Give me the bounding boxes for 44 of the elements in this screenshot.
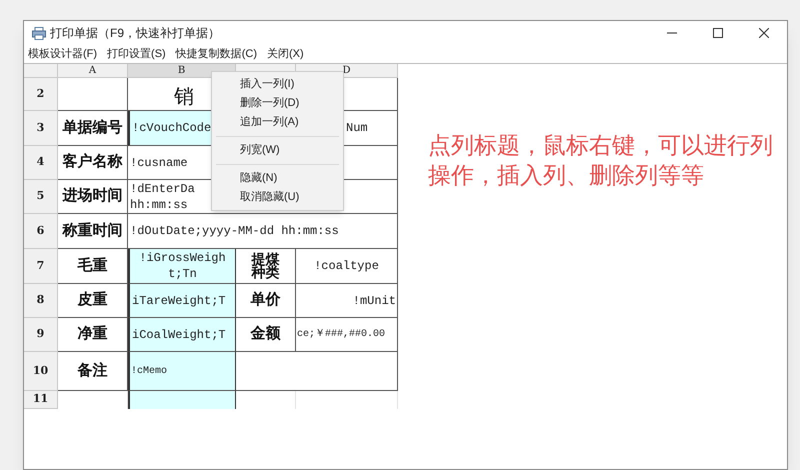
- cell-label: 客户名称: [58, 146, 128, 180]
- cell-value: ce;￥###,##0.00: [296, 318, 398, 352]
- menu-item[interactable]: 模板设计器(F): [28, 46, 98, 62]
- cell-value: !iGrossWeigh t;Tn: [128, 249, 236, 284]
- window-title: 打印单据（F9，快速补打单据）: [50, 25, 220, 42]
- annotation-text: 点列标题，鼠标右键，可以进行列操作，插入列、删除列等等: [428, 131, 774, 190]
- minimize-icon: [667, 32, 677, 34]
- printer-icon: [32, 26, 46, 40]
- row-header[interactable]: 8: [24, 284, 58, 318]
- maximize-icon: [713, 28, 723, 38]
- row-header[interactable]: 11: [24, 391, 58, 409]
- cell-value: !mUnit: [296, 284, 398, 318]
- cell-label: 皮重: [58, 284, 128, 318]
- menu-item[interactable]: 关闭(X): [267, 46, 304, 62]
- cell-label: 备注: [58, 352, 128, 391]
- row-header[interactable]: 2: [24, 78, 58, 111]
- row-header[interactable]: 7: [24, 249, 58, 284]
- row-header[interactable]: 10: [24, 352, 58, 391]
- cell-label: 单据编号: [58, 111, 128, 146]
- cell-label: 提煤种类: [236, 249, 296, 284]
- cell-value: iCoalWeight;T: [128, 318, 236, 352]
- cell-label: 称重时间: [58, 214, 128, 249]
- cell-label: 毛重: [58, 249, 128, 284]
- menu-item[interactable]: 打印设置(S): [107, 46, 166, 62]
- cell-label: 净重: [58, 318, 128, 352]
- context-menu-item[interactable]: 插入一列(I): [212, 75, 343, 94]
- context-menu-item[interactable]: 删除一列(D): [212, 94, 343, 113]
- table-cell: [58, 78, 128, 111]
- row-header[interactable]: 6: [24, 214, 58, 249]
- cell-value: !coaltype: [296, 249, 398, 284]
- cell-label: 金额: [236, 318, 296, 352]
- cell-label: 进场时间: [58, 180, 128, 214]
- cell-value: !cMemo: [128, 352, 236, 391]
- menu-item[interactable]: 快捷复制数据(C): [176, 46, 257, 62]
- cell-value: !dOutDate;yyyy-MM-dd hh:mm:ss: [128, 214, 398, 249]
- cell-value: iTareWeight;T: [128, 284, 236, 318]
- close-icon: [759, 28, 769, 38]
- row-header[interactable]: 3: [24, 111, 58, 146]
- row-header[interactable]: 9: [24, 318, 58, 352]
- column-header[interactable]: A: [58, 64, 128, 78]
- row-header[interactable]: 4: [24, 146, 58, 180]
- context-menu-item[interactable]: 取消隐藏(U): [212, 188, 343, 207]
- cell-label: 单价: [236, 284, 296, 318]
- row-header[interactable]: 5: [24, 180, 58, 214]
